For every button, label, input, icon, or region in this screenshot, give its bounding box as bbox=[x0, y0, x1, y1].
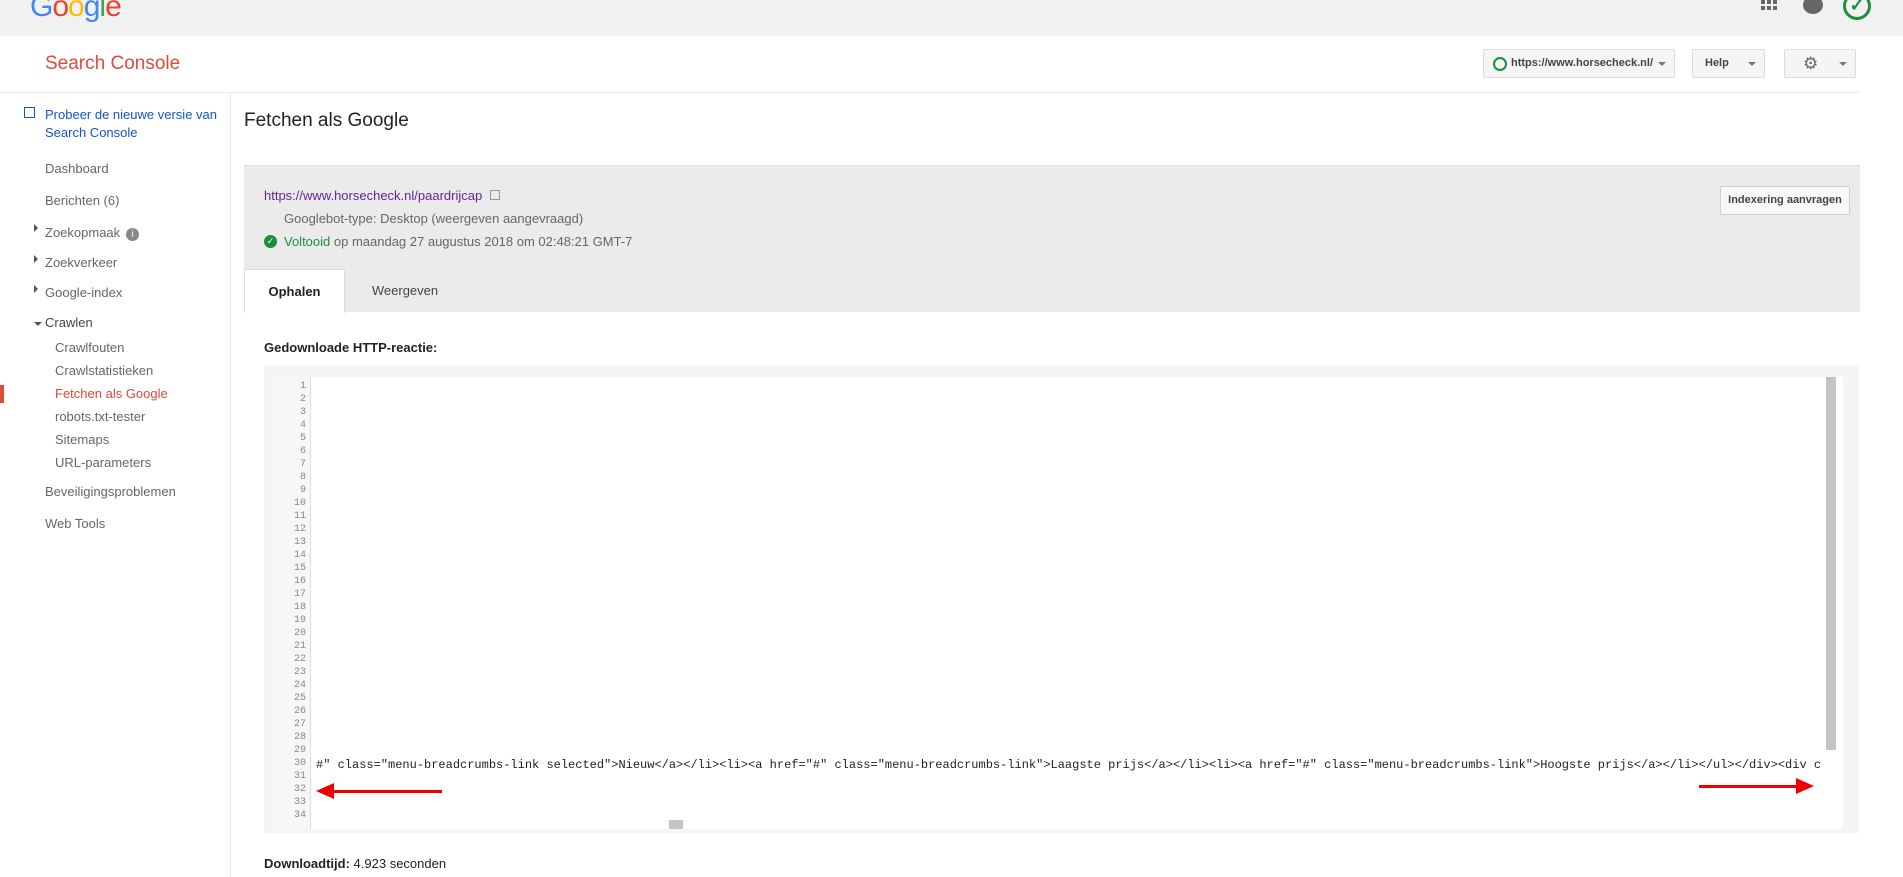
tab-weergeven[interactable]: Weergeven bbox=[345, 269, 465, 313]
horizontal-scrollbar[interactable] bbox=[669, 820, 683, 829]
fetch-status: ✓ Voltooid op maandag 27 augustus 2018 o… bbox=[264, 234, 632, 249]
search-console-header: Search Console https://www.horsecheck.nl… bbox=[0, 36, 1860, 93]
fetch-result-panel: https://www.horsecheck.nl/paardrijcap Go… bbox=[244, 165, 1860, 313]
sidebar-item-sitemaps[interactable]: Sitemaps bbox=[55, 432, 109, 447]
help-button[interactable]: Help bbox=[1692, 49, 1765, 78]
download-time-label: Downloadtijd: bbox=[264, 856, 350, 871]
logo-letter: g bbox=[83, 0, 101, 23]
sidebar-item-zoekverkeer[interactable]: Zoekverkeer bbox=[45, 255, 117, 270]
fetched-url-text: https://www.horsecheck.nl/paardrijcap bbox=[264, 188, 483, 203]
active-indicator bbox=[0, 385, 4, 403]
sidebar-item-crawlfouten[interactable]: Crawlfouten bbox=[55, 340, 124, 355]
status-timestamp: op maandag 27 augustus 2018 om 02:48:21 … bbox=[330, 234, 633, 249]
gear-icon: ⚙ bbox=[1803, 54, 1819, 73]
code-editor[interactable]: 1 2 3 4 5 6 7 8 9 10 11 12 13 14 15 16 1… bbox=[274, 377, 1843, 829]
download-time-value: 4.923 seconden bbox=[349, 856, 447, 871]
tab-ophalen[interactable]: Ophalen bbox=[244, 269, 345, 313]
sidebar-item-web-tools[interactable]: Web Tools bbox=[45, 516, 105, 531]
info-icon[interactable]: i bbox=[126, 228, 140, 241]
external-link-icon[interactable] bbox=[490, 190, 501, 200]
check-circle-icon[interactable]: ✓ bbox=[1843, 0, 1871, 20]
expand-arrow-icon[interactable] bbox=[34, 255, 38, 263]
google-top-bar: Google ✓ bbox=[0, 0, 1903, 36]
sidebar-item-beveiliging[interactable]: Beveiligingsproblemen bbox=[45, 484, 176, 499]
logo-letter: o bbox=[52, 0, 69, 23]
sidebar-item-crawlen[interactable]: Crawlen bbox=[45, 315, 93, 330]
arrow-right-icon bbox=[1796, 778, 1814, 794]
logo-letter: G bbox=[30, 0, 53, 23]
check-icon: ✓ bbox=[264, 235, 277, 248]
request-indexing-button[interactable]: Indexering aanvragen bbox=[1720, 186, 1850, 215]
arrow-left-icon bbox=[316, 783, 334, 799]
page-title: Fetchen als Google bbox=[244, 110, 409, 131]
sidebar-item-zoekopmaak[interactable]: Zoekopmaak i bbox=[45, 225, 140, 241]
sidebar-item-label: Zoekopmaak bbox=[45, 225, 121, 240]
fetched-url-link[interactable]: https://www.horsecheck.nl/paardrijcap bbox=[264, 188, 501, 203]
expand-arrow-icon[interactable] bbox=[34, 285, 38, 293]
sidebar-item-fetchen[interactable]: Fetchen als Google bbox=[55, 386, 168, 401]
chevron-down-icon bbox=[1839, 62, 1847, 66]
property-url: https://www.horsecheck.nl/ bbox=[1511, 57, 1654, 69]
chevron-down-icon bbox=[1658, 62, 1666, 66]
external-link-icon bbox=[24, 107, 35, 118]
sidebar-nav: Probeer de nieuwe versie van Search Cons… bbox=[0, 93, 231, 877]
http-response-viewer: 1 2 3 4 5 6 7 8 9 10 11 12 13 14 15 16 1… bbox=[264, 365, 1859, 833]
apps-grid-icon[interactable] bbox=[1760, 0, 1778, 12]
http-response-label: Gedownloade HTTP-reactie: bbox=[264, 340, 438, 355]
sidebar-item-url-parameters[interactable]: URL-parameters bbox=[55, 455, 151, 470]
help-label: Help bbox=[1705, 57, 1729, 69]
settings-button[interactable]: ⚙ bbox=[1784, 49, 1856, 78]
property-selector[interactable]: https://www.horsecheck.nl/ bbox=[1483, 49, 1675, 78]
vertical-scrollbar[interactable] bbox=[1826, 377, 1836, 750]
verified-check-icon bbox=[1493, 57, 1507, 71]
new-version-label: Probeer de nieuwe versie van Search Cons… bbox=[45, 107, 217, 140]
line-numbers: 1 2 3 4 5 6 7 8 9 10 11 12 13 14 15 16 1… bbox=[274, 377, 311, 829]
red-arrow-right-shaft bbox=[1699, 785, 1799, 788]
logo-letter: o bbox=[68, 0, 85, 23]
google-logo[interactable]: Google bbox=[30, 0, 122, 24]
collapse-arrow-icon[interactable] bbox=[34, 322, 42, 326]
googlebot-type: Googlebot-type: Desktop (weergeven aange… bbox=[284, 211, 584, 226]
red-arrow-left-shaft bbox=[332, 790, 442, 793]
sidebar-item-google-index[interactable]: Google-index bbox=[45, 285, 122, 300]
expand-arrow-icon[interactable] bbox=[34, 224, 38, 232]
sidebar-item-berichten[interactable]: Berichten (6) bbox=[45, 193, 119, 208]
sidebar-item-dashboard[interactable]: Dashboard bbox=[45, 161, 109, 176]
sidebar-item-robots[interactable]: robots.txt-tester bbox=[55, 409, 145, 424]
logo-letter: e bbox=[105, 0, 122, 23]
new-version-link[interactable]: Probeer de nieuwe versie van Search Cons… bbox=[24, 106, 224, 142]
status-word: Voltooid bbox=[284, 234, 331, 249]
code-line-29: #" class="menu-breadcrumbs-link selected… bbox=[316, 758, 1820, 772]
chevron-down-icon bbox=[1748, 62, 1756, 66]
account-icon[interactable] bbox=[1803, 0, 1823, 14]
product-title[interactable]: Search Console bbox=[45, 53, 180, 75]
sidebar-item-crawlstatistieken[interactable]: Crawlstatistieken bbox=[55, 363, 153, 378]
download-time: Downloadtijd: 4.923 seconden bbox=[264, 856, 446, 871]
